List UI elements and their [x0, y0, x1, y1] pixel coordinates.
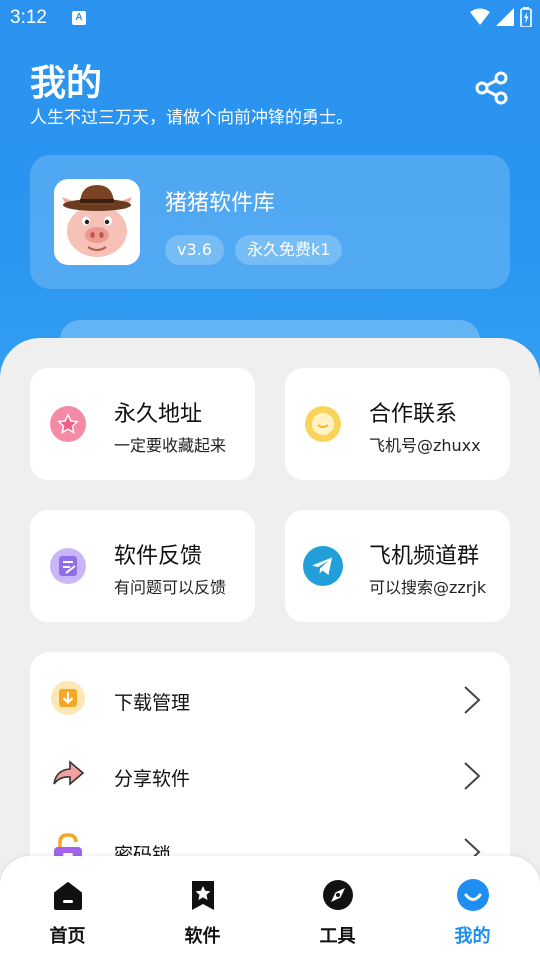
card-title: 软件反馈 [114, 544, 203, 569]
pig-logo [54, 179, 140, 265]
bookmark-star-icon [191, 881, 214, 910]
card-title: 合作联系 [369, 402, 458, 427]
tab-home[interactable]: 首页 [0, 856, 135, 960]
card-subtitle: 有问题可以反馈 [114, 578, 227, 597]
star-icon [50, 406, 86, 442]
list-item-share-software[interactable]: 分享软件 [30, 734, 510, 810]
tab-label: 软件 [184, 926, 221, 947]
feedback-card[interactable]: 软件反馈 有问题可以反馈 [30, 510, 255, 622]
compass-icon [322, 880, 353, 910]
tab-profile[interactable]: 我的 [405, 856, 540, 960]
telegram-channel-card[interactable]: 飞机频道群 可以搜索@zzrjk [285, 510, 510, 622]
contact-card[interactable]: 合作联系 飞机号@zhuxx [285, 368, 510, 480]
chevron-right-icon [464, 686, 481, 714]
chevron-right-icon [464, 762, 481, 790]
share-button[interactable] [474, 70, 510, 106]
home-icon [53, 882, 82, 910]
card-subtitle: 一定要收藏起来 [114, 436, 227, 455]
list-item-label: 分享软件 [114, 768, 191, 790]
card-title: 飞机频道群 [369, 544, 480, 569]
license-badge: 永久免费k1 [235, 235, 343, 265]
page-subtitle: 人生不过三万天，请做个向前冲锋的勇士。 [30, 108, 353, 128]
feedback-icon [50, 548, 86, 584]
status-time: 3:12 [10, 7, 47, 28]
share-icon [475, 71, 508, 105]
bottom-tab-bar: 首页 软件 工具 我的 [0, 856, 540, 960]
status-icons [470, 7, 532, 27]
list-item-label: 下载管理 [114, 692, 191, 714]
chat-icon [305, 406, 341, 442]
card-subtitle: 飞机号@zhuxx [369, 436, 481, 455]
signal-icon [496, 8, 514, 26]
card-subtitle: 可以搜索@zzrjk [369, 578, 487, 597]
battery-icon [520, 7, 532, 27]
tab-label: 首页 [49, 926, 86, 947]
status-bar: 3:12 A [0, 0, 540, 36]
version-badge: v3.6 [165, 235, 224, 265]
page-title: 我的 [30, 63, 103, 104]
profile-icon [456, 879, 489, 911]
tab-software[interactable]: 软件 [135, 856, 270, 960]
share-arrow-icon [53, 760, 85, 786]
app-info-card[interactable]: 猪猪软件库 v3.6 永久免费k1 [30, 155, 510, 289]
permanent-address-card[interactable]: 永久地址 一定要收藏起来 [30, 368, 255, 480]
list-item-download-manager[interactable]: 下载管理 [30, 658, 510, 734]
app-name: 猪猪软件库 [165, 191, 276, 216]
tab-label: 我的 [454, 926, 491, 947]
notification-icon: A [72, 11, 86, 25]
tab-label: 工具 [319, 926, 356, 947]
telegram-icon [303, 546, 343, 586]
wifi-icon [470, 8, 490, 25]
download-icon [51, 681, 85, 715]
tab-tools[interactable]: 工具 [270, 856, 405, 960]
card-title: 永久地址 [114, 402, 203, 427]
